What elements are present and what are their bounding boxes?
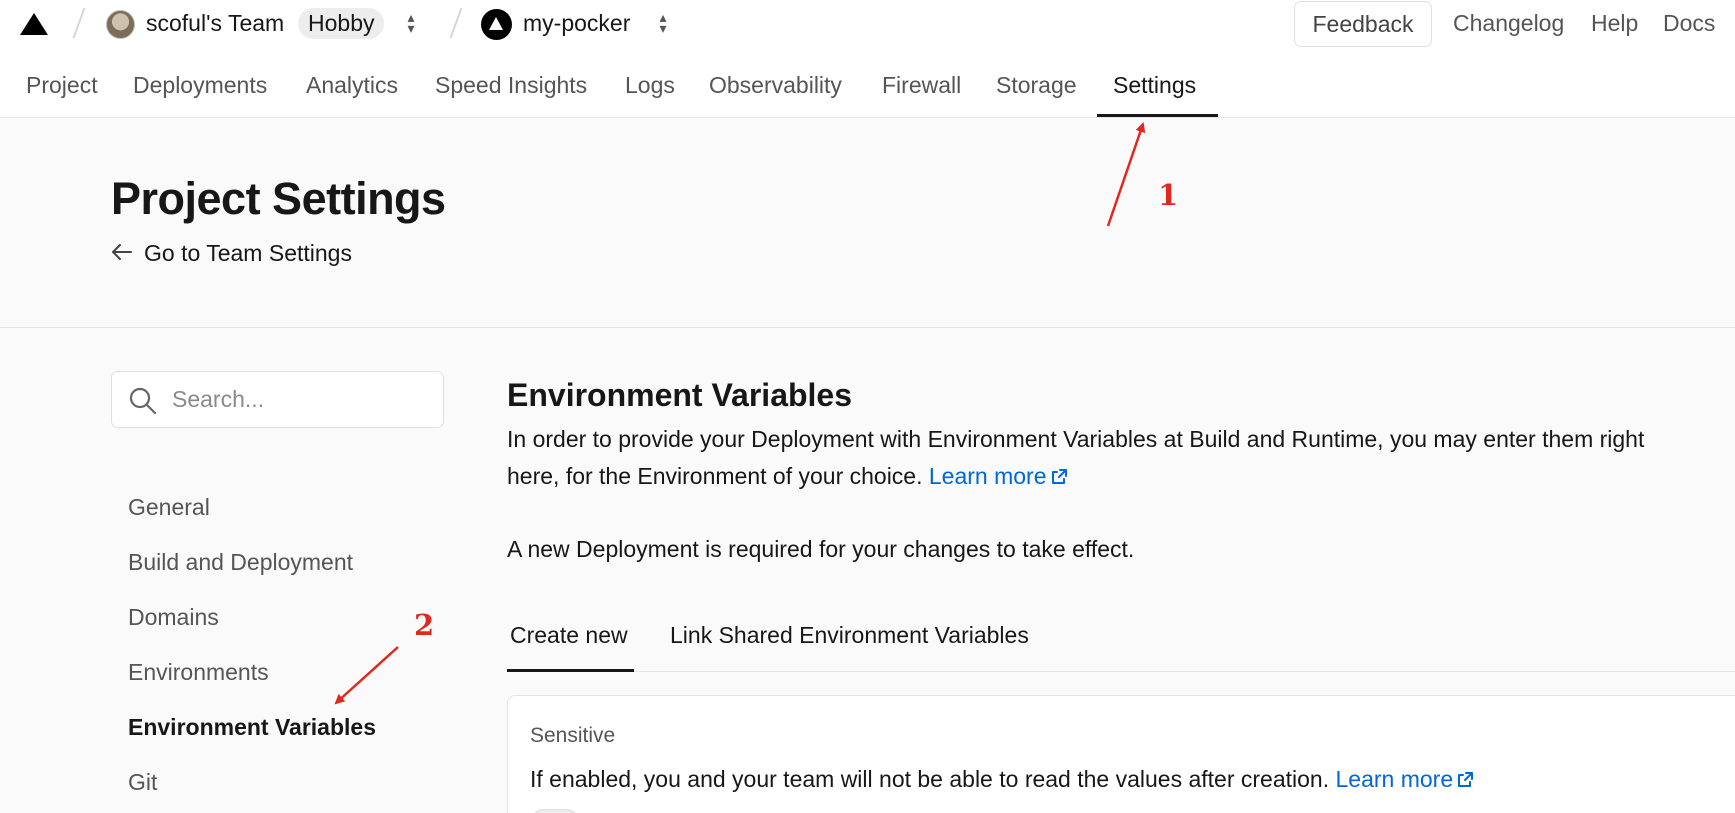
sidebar-item-general[interactable]: General	[128, 494, 210, 521]
tab-speed-insights[interactable]: Speed Insights	[435, 66, 587, 118]
avatar[interactable]	[106, 10, 135, 39]
arrow-left-icon	[112, 244, 132, 260]
sidebar-item-build-and-deployment[interactable]: Build and Deployment	[128, 549, 353, 576]
changelog-link[interactable]: Changelog	[1453, 10, 1564, 37]
sidebar-item-environment-variables[interactable]: Environment Variables	[128, 714, 376, 741]
project-name[interactable]: my-pocker	[523, 10, 630, 37]
external-link-icon	[1458, 772, 1474, 787]
section-description: In order to provide your Deployment with…	[507, 421, 1727, 495]
docs-link[interactable]: Docs	[1663, 10, 1715, 37]
top-header: scoful's Team Hobby ▴ ▾ my-pocker ▴ ▾ Feed…	[0, 0, 1735, 118]
back-link-label: Go to Team Settings	[144, 240, 352, 266]
tab-analytics[interactable]: Analytics	[306, 66, 398, 118]
sidebar-item-git[interactable]: Git	[128, 769, 157, 796]
project-switcher-chevron-icon[interactable]: ▴ ▾	[656, 10, 670, 35]
page-hero: Project Settings Go to Team Settings	[0, 118, 1735, 328]
active-tab-indicator	[1097, 114, 1218, 117]
search-input[interactable]	[172, 372, 437, 427]
feedback-button[interactable]: Feedback	[1294, 1, 1432, 47]
plan-badge: Hobby	[298, 8, 385, 39]
description-line-2: here, for the Environment of your choice…	[507, 463, 923, 489]
tab-firewall[interactable]: Firewall	[882, 66, 961, 118]
sensitive-label: Sensitive	[530, 724, 616, 747]
external-link-icon	[1051, 469, 1067, 484]
search-icon	[129, 387, 157, 415]
tab-observability[interactable]: Observability	[709, 66, 842, 118]
vercel-logo-icon[interactable]	[20, 13, 48, 35]
sub-tab-active-indicator	[507, 669, 634, 672]
annotation-label-2: 2	[414, 608, 435, 642]
annotation-arrow-2	[334, 646, 399, 705]
sensitive-description: If enabled, you and your team will not b…	[530, 766, 1474, 793]
tab-create-new[interactable]: Create new	[510, 622, 628, 649]
team-switcher-chevron-icon[interactable]: ▴ ▾	[404, 10, 418, 35]
tab-link-shared-env-vars[interactable]: Link Shared Environment Variables	[670, 622, 1029, 649]
sensitive-toggle[interactable]	[530, 809, 580, 813]
go-to-team-settings-link[interactable]: Go to Team Settings	[111, 240, 352, 267]
project-icon	[481, 9, 512, 40]
annotation-label-1: 1	[1158, 178, 1179, 212]
sidebar-item-domains[interactable]: Domains	[128, 604, 219, 631]
sidebar-item-environments[interactable]: Environments	[128, 659, 269, 686]
tab-deployments[interactable]: Deployments	[133, 66, 267, 118]
page-title: Project Settings	[111, 173, 446, 224]
breadcrumb-separator	[449, 8, 463, 38]
settings-search	[111, 371, 444, 428]
sub-tabs-divider	[507, 671, 1735, 672]
team-name[interactable]: scoful's Team	[146, 10, 284, 37]
tab-settings[interactable]: Settings	[1113, 66, 1196, 118]
breadcrumb-separator	[72, 8, 86, 38]
section-title: Environment Variables	[507, 377, 853, 413]
brand-row: scoful's Team Hobby ▴ ▾ my-pocker ▴ ▾ Feed…	[0, 0, 1735, 47]
deployment-notice: A new Deployment is required for your ch…	[507, 536, 1135, 562]
tab-storage[interactable]: Storage	[996, 66, 1077, 118]
sensitive-learn-more-link[interactable]: Learn more	[1336, 766, 1475, 792]
learn-more-link[interactable]: Learn more	[929, 463, 1068, 489]
tab-logs[interactable]: Logs	[625, 66, 675, 118]
tab-project[interactable]: Project	[26, 66, 98, 118]
sensitive-card: Sensitive If enabled, you and your team …	[507, 695, 1735, 813]
description-line-1: In order to provide your Deployment with…	[507, 426, 1645, 452]
help-link[interactable]: Help	[1591, 10, 1638, 37]
